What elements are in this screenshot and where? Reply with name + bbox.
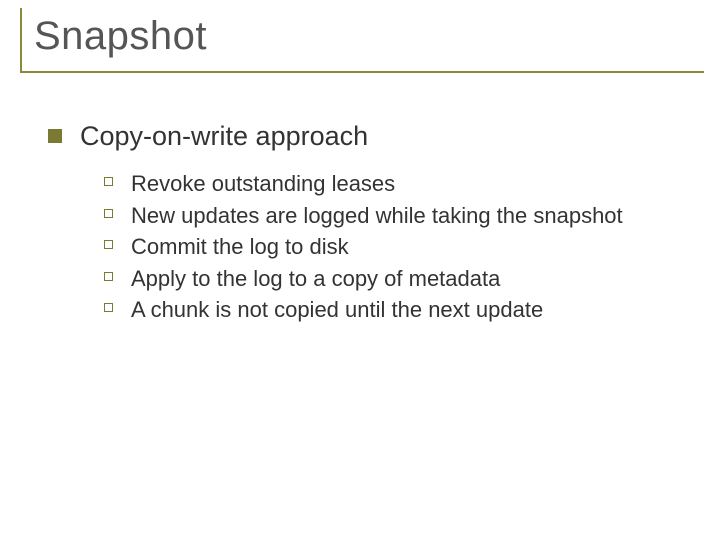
bullet-level2-text: Commit the log to disk bbox=[131, 233, 349, 261]
bullet-level2: Apply to the log to a copy of metadata bbox=[104, 265, 700, 293]
bullet-level1: Copy-on-write approach bbox=[48, 121, 700, 152]
bullet-level2-text: New updates are logged while taking the … bbox=[131, 202, 623, 230]
bullet-level2: Commit the log to disk bbox=[104, 233, 700, 261]
bullet-level2-text: A chunk is not copied until the next upd… bbox=[131, 296, 543, 324]
bullet-level2: Revoke outstanding leases bbox=[104, 170, 700, 198]
outline-square-bullet-icon bbox=[104, 240, 113, 249]
slide-title: Snapshot bbox=[34, 14, 704, 59]
bullet-level2: New updates are logged while taking the … bbox=[104, 202, 700, 230]
title-block: Snapshot bbox=[20, 8, 704, 73]
bullet-level2-list: Revoke outstanding leases New updates ar… bbox=[104, 170, 700, 324]
bullet-level1-text: Copy-on-write approach bbox=[80, 121, 368, 152]
outline-square-bullet-icon bbox=[104, 303, 113, 312]
bullet-level2-text: Apply to the log to a copy of metadata bbox=[131, 265, 500, 293]
outline-square-bullet-icon bbox=[104, 209, 113, 218]
bullet-level2-text: Revoke outstanding leases bbox=[131, 170, 395, 198]
square-bullet-icon bbox=[48, 129, 62, 143]
outline-square-bullet-icon bbox=[104, 272, 113, 281]
slide: Snapshot Copy-on-write approach Revoke o… bbox=[0, 0, 720, 540]
outline-square-bullet-icon bbox=[104, 177, 113, 186]
bullet-level2: A chunk is not copied until the next upd… bbox=[104, 296, 700, 324]
